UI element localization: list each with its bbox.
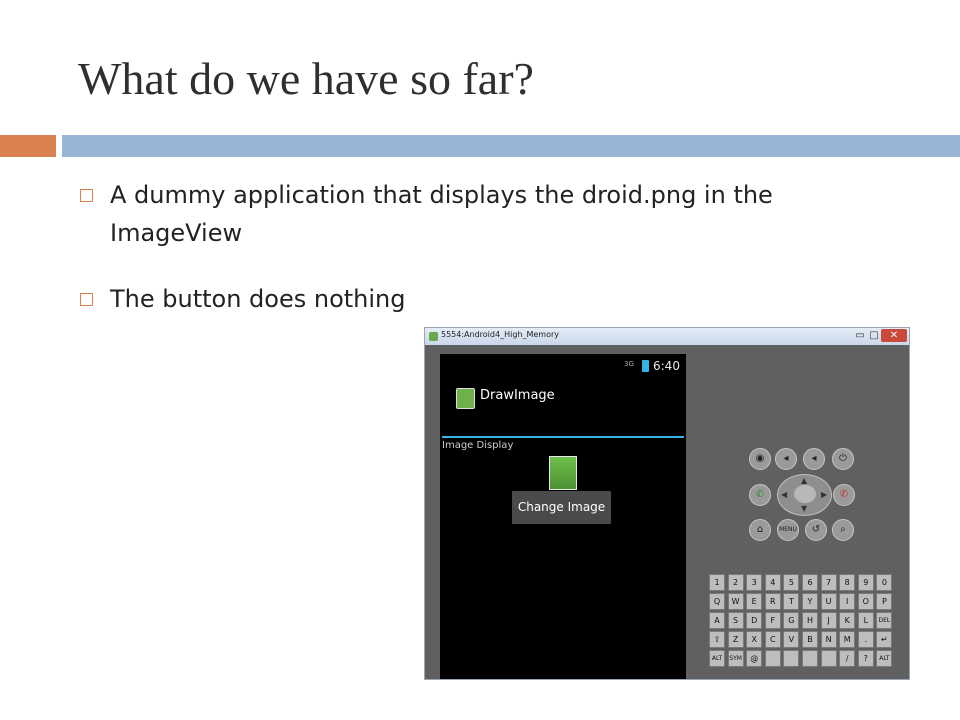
keyboard-key[interactable] [802, 650, 818, 667]
dpad[interactable]: ▲ ▼ ◀ ▶ [777, 474, 832, 516]
keyboard-key[interactable]: X [746, 631, 763, 648]
keyboard-key[interactable]: / [839, 650, 856, 667]
keyboard-key[interactable]: 0 [876, 574, 893, 591]
search-icon[interactable]: ⌕ [832, 519, 854, 541]
accent-bar-blue [62, 135, 960, 157]
keyboard-row: ALT SYM @ /? ALT [709, 650, 897, 667]
keyboard-key[interactable]: J [820, 612, 837, 629]
keyboard-key[interactable]: U [820, 593, 837, 610]
call-icon[interactable]: ✆ [749, 484, 771, 506]
keyboard-row: 1234567890 [709, 574, 897, 591]
device-screen[interactable]: 3G 6:40 DrawImage Image Display Change I… [440, 354, 686, 679]
bullet-marker-icon [80, 293, 93, 306]
keyboard-key[interactable]: Q [709, 593, 725, 610]
keyboard-key[interactable]: SYM [727, 650, 744, 667]
keyboard-key[interactable]: 5 [783, 574, 800, 591]
keyboard-key[interactable]: ALT [709, 650, 725, 667]
keyboard-key[interactable]: 9 [857, 574, 874, 591]
keyboard-key[interactable]: ↵ [876, 631, 893, 648]
keyboard-key[interactable]: S [727, 612, 744, 629]
keyboard-row: A S D F G H J K L DEL [709, 612, 897, 629]
maximize-button[interactable]: □ [867, 329, 881, 342]
bullet-text: A dummy application that displays the dr… [110, 181, 773, 247]
emulator-app-icon [429, 332, 438, 341]
volume-up-icon[interactable]: ◂ [803, 448, 825, 470]
keyboard-key[interactable]: 6 [802, 574, 818, 591]
dpad-down-icon[interactable]: ▼ [801, 504, 807, 513]
camera-icon[interactable]: ◉ [749, 448, 771, 470]
keyboard-key[interactable]: A [709, 612, 725, 629]
back-icon[interactable]: ↺ [805, 519, 827, 541]
keyboard-key[interactable]: 4 [764, 574, 781, 591]
keyboard-key[interactable]: F [764, 612, 781, 629]
battery-icon [642, 360, 649, 372]
minimize-button[interactable]: ▭ [853, 329, 867, 342]
keyboard-key[interactable]: Z [727, 631, 744, 648]
droid-image [549, 456, 577, 490]
keyboard-key[interactable]: W [727, 593, 744, 610]
keyboard-key[interactable]: 3 [746, 574, 763, 591]
keyboard-key[interactable]: 1 [709, 574, 725, 591]
keyboard-key[interactable]: G [783, 612, 800, 629]
keyboard-key[interactable] [783, 650, 800, 667]
keyboard-key[interactable] [820, 650, 837, 667]
keyboard-key[interactable]: 2 [727, 574, 744, 591]
keyboard-key[interactable]: ⇧ [709, 631, 725, 648]
keyboard-key[interactable]: K [839, 612, 856, 629]
keyboard-key[interactable]: N [820, 631, 837, 648]
keyboard-key[interactable]: 7 [820, 574, 837, 591]
power-icon[interactable]: ⏻ [832, 448, 854, 470]
volume-down-icon[interactable]: ◂ [775, 448, 797, 470]
image-display-label: Image Display [442, 440, 514, 451]
keyboard-key[interactable]: ? [857, 650, 874, 667]
keyboard-key[interactable]: P [876, 593, 893, 610]
keyboard-key[interactable]: H [802, 612, 818, 629]
dpad-right-icon[interactable]: ▶ [821, 490, 827, 499]
end-call-icon[interactable]: ✆ [833, 484, 855, 506]
keyboard-key[interactable]: D [746, 612, 763, 629]
keyboard-key[interactable]: V [783, 631, 800, 648]
close-button[interactable]: ✕ [881, 329, 907, 342]
keyboard-key[interactable]: L [857, 612, 874, 629]
keyboard-key[interactable]: B [802, 631, 818, 648]
signal-icon: 3G [624, 360, 634, 368]
emulator-window: 5554:Android4_High_Memory ▭ □ ✕ 3G 6:40 … [424, 327, 910, 680]
bullet-marker-icon [80, 189, 93, 202]
slide-title: What do we have so far? [78, 53, 534, 104]
emulator-titlebar: 5554:Android4_High_Memory ▭ □ ✕ [425, 328, 909, 345]
dpad-up-icon[interactable]: ▲ [801, 476, 807, 485]
action-bar-divider [442, 436, 684, 438]
keyboard-key[interactable]: 8 [839, 574, 856, 591]
keyboard-row: ⇧ Z X C V B N M. ↵ [709, 631, 897, 648]
bullet-text: The button does nothing [110, 285, 406, 313]
launcher-icon [456, 388, 475, 409]
home-icon[interactable]: ⌂ [749, 519, 771, 541]
app-title: DrawImage [480, 388, 555, 403]
hardware-keyboard: 1 2 3 4 5 6 7 8 9 0 Q W E R T Y U I O P A S D F G H J K L DEL ⇧ Z X C V B N M… [709, 574, 897, 670]
keyboard-key[interactable]: R [764, 593, 781, 610]
keyboard-key[interactable] [764, 650, 781, 667]
emulator-window-title: 5554:Android4_High_Memory [441, 330, 559, 339]
keyboard-key[interactable]: @ [746, 650, 763, 667]
menu-icon[interactable]: MENU [777, 519, 799, 541]
keyboard-key[interactable]: M [839, 631, 856, 648]
keyboard-row: QWERTYUIOP [709, 593, 897, 610]
change-image-button[interactable]: Change Image [512, 491, 611, 524]
keyboard-key[interactable]: I [839, 593, 856, 610]
keyboard-key[interactable]: DEL [876, 612, 893, 629]
dpad-left-icon[interactable]: ◀ [781, 490, 787, 499]
keyboard-key[interactable]: C [764, 631, 781, 648]
keyboard-key[interactable]: Y [802, 593, 818, 610]
keyboard-key[interactable]: O [857, 593, 874, 610]
keyboard-key[interactable]: T [783, 593, 800, 610]
dpad-center-button[interactable] [794, 485, 816, 503]
status-bar: 3G 6:40 [440, 354, 686, 378]
status-clock: 6:40 [653, 359, 680, 373]
accent-bar-orange [0, 135, 56, 157]
keyboard-key[interactable]: ALT [876, 650, 893, 667]
keyboard-key[interactable]: E [746, 593, 763, 610]
keyboard-key[interactable]: . [857, 631, 874, 648]
